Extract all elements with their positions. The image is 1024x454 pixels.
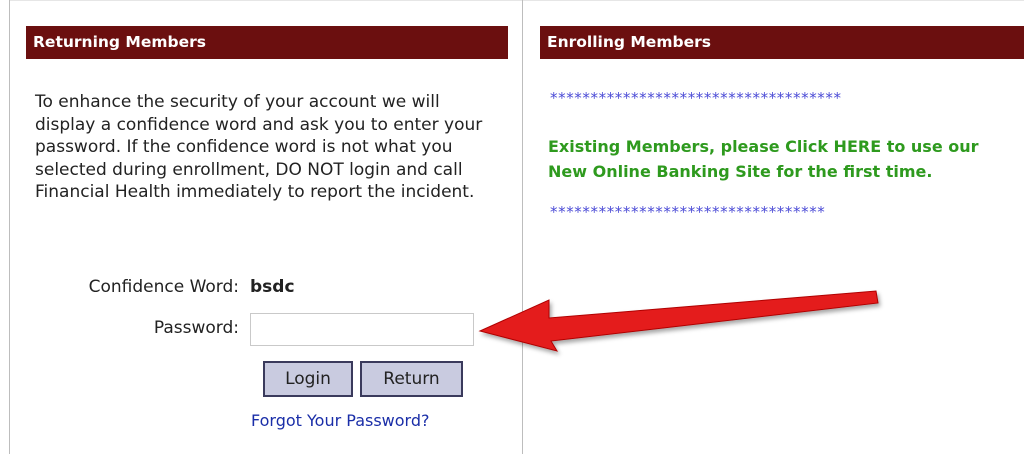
top-border (9, 0, 1024, 1)
confidence-word-label: Confidence Word: (88, 277, 239, 297)
left-border (9, 0, 10, 454)
security-intro-text: To enhance the security of your account … (35, 92, 483, 202)
stars-divider-bottom: ********************************** (550, 203, 826, 221)
returning-members-header: Returning Members (26, 26, 508, 59)
column-divider (522, 0, 523, 454)
login-button[interactable]: Login (263, 361, 353, 397)
password-input[interactable] (250, 313, 474, 346)
return-button[interactable]: Return (360, 361, 463, 397)
existing-members-link[interactable]: Existing Members, please Click HERE to u… (548, 134, 1022, 184)
enrolling-members-header: Enrolling Members (540, 26, 1024, 59)
red-arrow-icon (478, 290, 879, 352)
stars-divider-top: ************************************ (550, 89, 842, 107)
confidence-word-value: bsdc (250, 277, 295, 297)
password-label: Password: (153, 318, 239, 338)
forgot-password-link[interactable]: Forgot Your Password? (251, 411, 430, 430)
arrow-shape (478, 290, 879, 352)
